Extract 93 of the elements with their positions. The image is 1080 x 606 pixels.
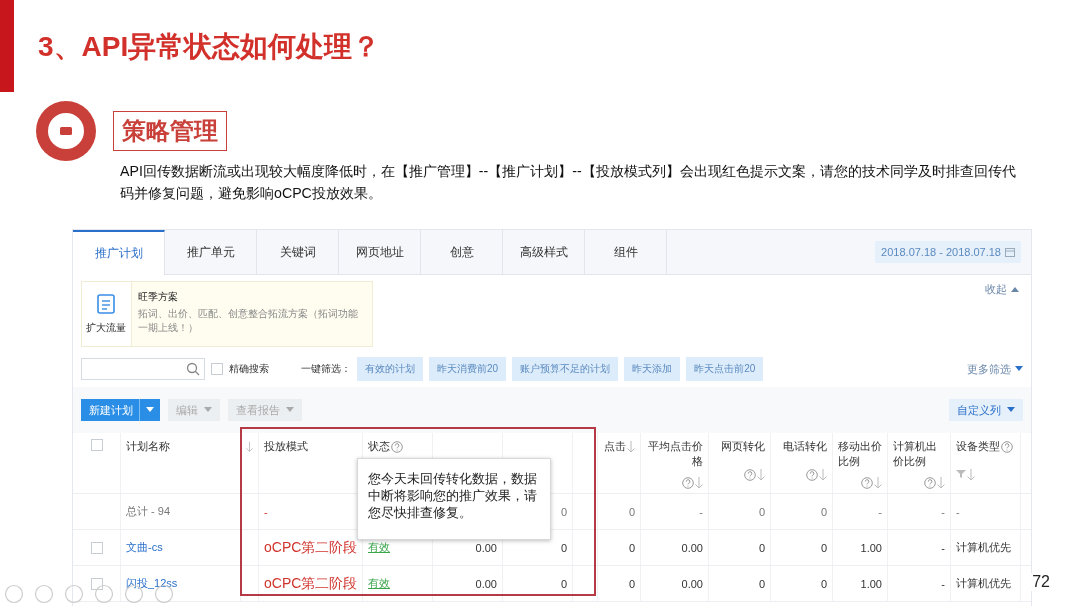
section-label: 策略管理 (113, 111, 227, 151)
plan-name: 总计 - 94 (126, 504, 170, 519)
column-header: 平均点击价格 (647, 439, 703, 469)
column-header: 电话转化 (783, 439, 827, 454)
avg-cpc: 0.00 (681, 577, 703, 590)
sort-icon[interactable] (937, 476, 945, 489)
select-all-checkbox[interactable] (90, 439, 103, 451)
delivery-mode: oCPC第二阶段 (264, 574, 358, 593)
slide-title: 3、API异常状态如何处理？ (38, 30, 381, 64)
pc-bid-ratio: - (941, 541, 945, 554)
phone-conversions: 0 (820, 541, 827, 554)
web-conversions: 0 (758, 505, 765, 518)
impressions: 0 (560, 577, 567, 590)
card-icon (33, 98, 99, 164)
avg-cpc: - (699, 505, 703, 518)
custom-columns-button[interactable]: 自定义列 (949, 399, 1023, 421)
sort-icon[interactable] (627, 441, 635, 453)
column-header: 点击 (604, 439, 626, 454)
column-header: 移动出价比例 (838, 439, 882, 469)
filter-chip[interactable]: 昨天点击前20 (686, 357, 764, 381)
caret-icon (204, 407, 212, 413)
clicks: 0 (628, 577, 635, 590)
cost: 0.00 (475, 541, 497, 554)
sort-icon[interactable] (246, 441, 253, 453)
filter-chip[interactable]: 昨天消费前20 (429, 357, 507, 381)
column-header: 计划名称 (126, 439, 170, 454)
warning-tooltip: 您今天未回传转化数据，数据中断将影响您的推广效果，请您尽快排查修复。 (357, 458, 551, 540)
promo-text: 拓词、出价、匹配、创意整合拓流方案（拓词功能一期上线！） (137, 307, 359, 335)
column-header: 投放模式 (264, 439, 308, 454)
filter-icon[interactable] (956, 469, 966, 479)
mobile-bid-ratio: 1.00 (860, 577, 882, 590)
caret-icon (1015, 366, 1023, 372)
caret-icon (1007, 407, 1015, 413)
device-type: 计算机优先 (956, 576, 1011, 591)
document-icon (95, 293, 118, 315)
status[interactable]: 有效 (368, 540, 390, 555)
pc-bid-ratio: - (941, 505, 945, 518)
avg-cpc: 0.00 (681, 541, 703, 554)
pc-bid-ratio: - (941, 577, 945, 590)
row-checkbox[interactable] (90, 577, 103, 590)
mobile-bid-ratio: - (878, 505, 882, 518)
nav-icon[interactable] (64, 584, 84, 604)
filter-chip[interactable]: 昨天添加 (624, 357, 681, 381)
nav-icon[interactable] (34, 584, 54, 604)
column-header: 设备类型 (956, 439, 1000, 454)
delivery-mode: - (264, 505, 268, 518)
column-header: 计算机出价比例 (893, 439, 938, 469)
search-field[interactable] (81, 358, 205, 380)
caret-icon (1011, 286, 1019, 292)
sort-icon[interactable] (819, 469, 827, 481)
device-type: - (956, 505, 960, 518)
collapse-link[interactable]: 收起 (985, 281, 1019, 297)
sort-icon[interactable] (967, 469, 975, 481)
expand-traffic-label: 扩大流量 (86, 321, 127, 335)
column-header: 网页转化 (721, 439, 765, 454)
description-paragraph: API回传数据断流或出现较大幅度降低时，在【推广管理】--【推广计划】--【投放模式列】会出现红色提示文案，请您的技术同学及时排查回传代码并修复问题，避免影响oCPC投放效果。 (120, 162, 1017, 203)
clicks: 0 (628, 505, 635, 518)
web-conversions: 0 (758, 577, 765, 590)
web-conversions: 0 (758, 541, 765, 554)
promo-title: 旺季方案 (137, 290, 179, 304)
tab[interactable]: 推广计划 (73, 230, 165, 275)
row-checkbox[interactable] (90, 541, 103, 554)
delivery-mode: oCPC第二阶段 (264, 538, 358, 557)
cost: 0.00 (475, 577, 497, 590)
filter-chip[interactable]: 有效的计划 (357, 357, 423, 381)
quick-filter-label: 一键筛选： (301, 362, 351, 376)
status[interactable]: 有效 (368, 576, 390, 591)
caret-icon (286, 407, 294, 413)
device-type: 计算机优先 (956, 540, 1011, 555)
plan-name[interactable]: 闪投_12ss (126, 576, 178, 591)
precise-search-checkbox[interactable] (211, 363, 223, 375)
sort-icon[interactable] (695, 476, 703, 489)
plan-name[interactable]: 文曲-cs (126, 540, 163, 555)
search-icon (186, 362, 200, 376)
precise-search-label: 精确搜索 (229, 362, 269, 376)
nav-icon[interactable] (94, 584, 114, 604)
filter-chip[interactable]: 账户预算不足的计划 (512, 357, 619, 381)
nav-icon[interactable] (4, 584, 24, 604)
new-plan-button[interactable]: 新建计划 (81, 399, 160, 421)
sort-icon[interactable] (757, 469, 765, 481)
phone-conversions: 0 (820, 577, 827, 590)
date-range-picker[interactable]: 2018.07.18 - 2018.07.18 (875, 241, 1021, 263)
impressions: 0 (560, 505, 567, 518)
mobile-bid-ratio: 1.00 (860, 541, 882, 554)
more-filters-link[interactable]: 更多筛选 (967, 361, 1023, 377)
page-number: 72 (1030, 573, 1052, 591)
phone-conversions: 0 (820, 505, 827, 518)
impressions: 0 (560, 541, 567, 554)
calendar-icon (1005, 247, 1015, 257)
sort-icon[interactable] (874, 476, 882, 489)
clicks: 0 (628, 541, 635, 554)
column-header: 状态 (368, 439, 390, 454)
caret-icon (146, 407, 154, 413)
